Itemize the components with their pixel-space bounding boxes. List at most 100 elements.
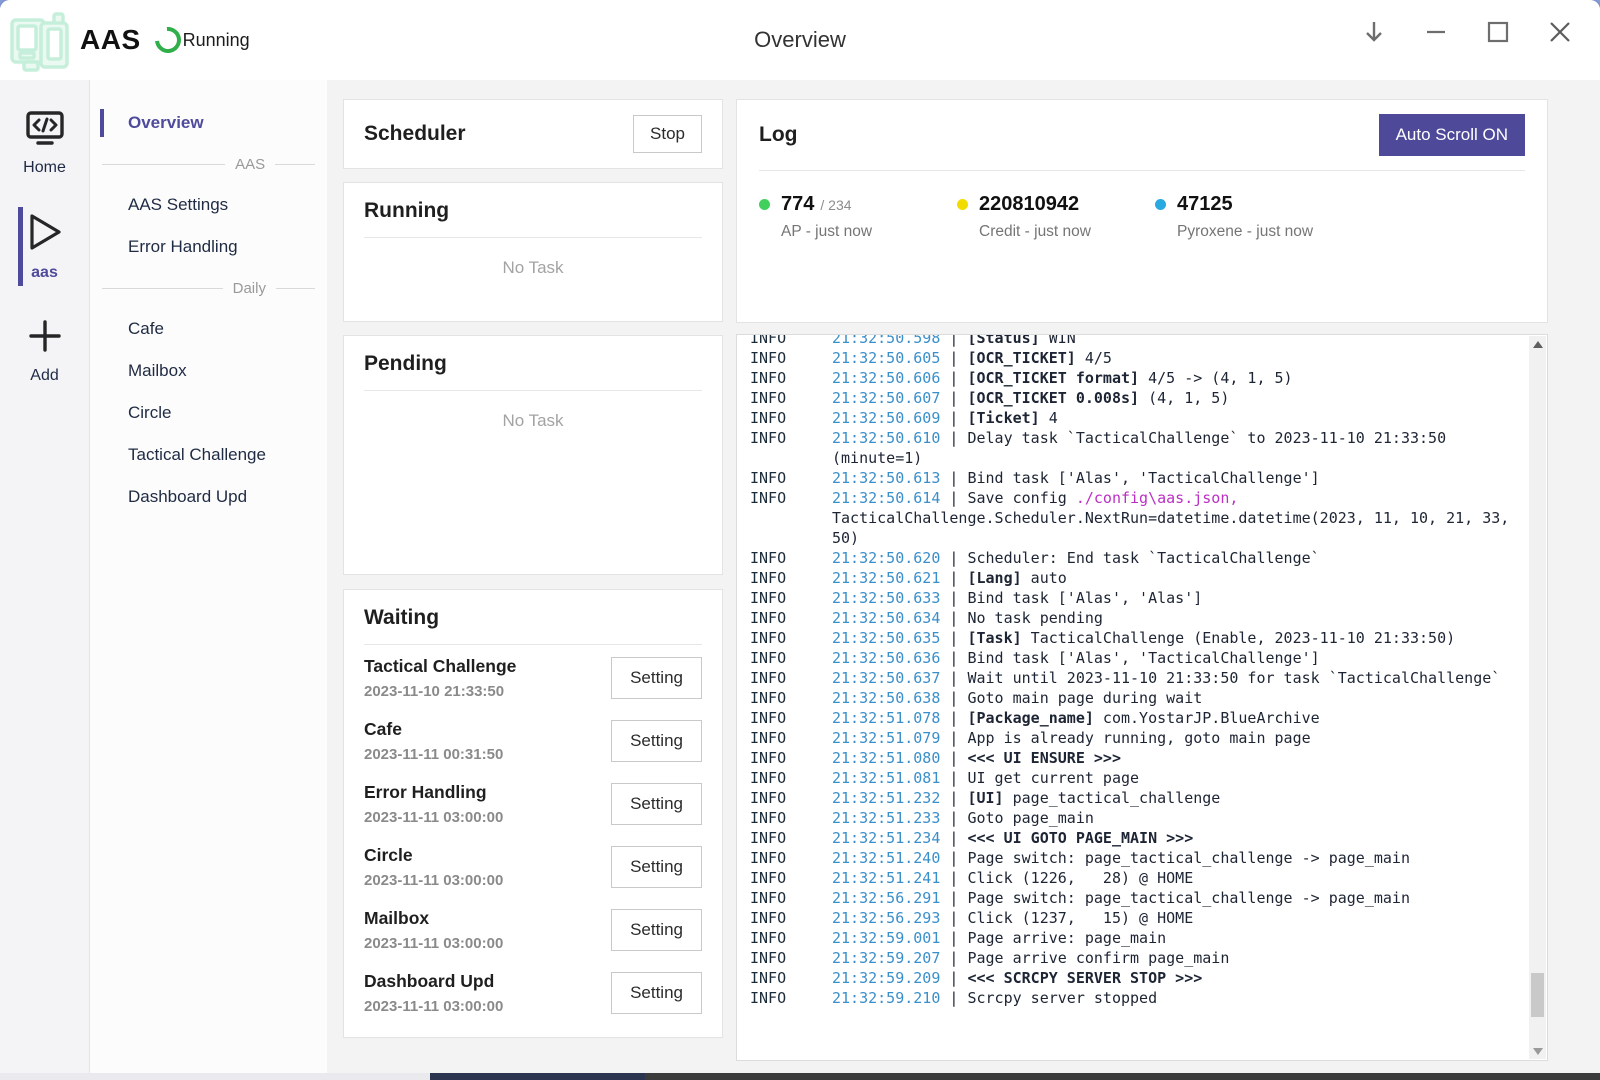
scrollbar-thumb[interactable] xyxy=(1531,973,1544,1017)
close-icon[interactable] xyxy=(1540,12,1580,52)
log-separator: | xyxy=(940,989,967,1007)
log-level: INFO xyxy=(750,948,832,968)
task-setting-button[interactable]: Setting xyxy=(611,783,702,825)
nav-item-tactical-challenge[interactable]: Tactical Challenge xyxy=(90,434,327,476)
nav-item-circle[interactable]: Circle xyxy=(90,392,327,434)
log-level: INFO xyxy=(750,688,832,708)
log-timestamp: 21:32:50.621 xyxy=(832,569,940,587)
stop-button[interactable]: Stop xyxy=(633,115,702,153)
log-timestamp: 21:32:51.233 xyxy=(832,809,940,827)
waiting-task-name: Cafe xyxy=(364,719,503,740)
log-timestamp: 21:32:50.613 xyxy=(832,469,940,487)
log-console[interactable]: INFO21:32:50.598 | [Status] WININFO21:32… xyxy=(736,334,1548,1061)
waiting-task-info: Circle2023-11-11 03:00:00 xyxy=(364,845,503,889)
log-segment: Bind task ['Alas', 'Alas'] xyxy=(967,589,1202,607)
log-line: INFO21:32:50.606 | [OCR_TICKET format] 4… xyxy=(750,368,1517,388)
rail-item-aas[interactable]: aas xyxy=(0,201,89,290)
task-setting-button[interactable]: Setting xyxy=(611,909,702,951)
dashboard-stat: 774/ 234AP - just now xyxy=(759,193,957,241)
log-separator: | xyxy=(940,409,967,427)
taskbar-edge xyxy=(0,1073,1600,1080)
log-segment: Bind task ['Alas', 'TacticalChallenge'] xyxy=(967,649,1319,667)
rail-item-label: Home xyxy=(23,159,66,177)
log-line: INFO21:32:50.613 | Bind task ['Alas', 'T… xyxy=(750,468,1517,488)
nav-item-overview[interactable]: Overview xyxy=(90,102,327,144)
log-segment: No task pending xyxy=(967,609,1102,627)
play-icon xyxy=(25,211,65,258)
log-segment: <<< UI ENSURE >>> xyxy=(967,749,1121,767)
log-timestamp: 21:32:51.080 xyxy=(832,749,940,767)
log-level: INFO xyxy=(750,888,832,908)
log-level: INFO xyxy=(750,708,832,728)
nav-section-label: AAS xyxy=(90,144,327,184)
nav-item-error-handling[interactable]: Error Handling xyxy=(90,226,327,268)
log-message: 21:32:50.610 | Delay task `TacticalChall… xyxy=(832,428,1517,468)
log-line: INFO21:32:51.078 | [Package_name] com.Yo… xyxy=(750,708,1517,728)
log-level: INFO xyxy=(750,428,832,468)
log-timestamp: 21:32:50.635 xyxy=(832,629,940,647)
app-logo-icon xyxy=(8,11,74,73)
log-message: 21:32:56.293 | Click (1237, 15) @ HOME xyxy=(832,908,1517,928)
app-name: AAS xyxy=(80,24,141,56)
log-segment: [OCR_TICKET 0.008s] xyxy=(967,389,1139,407)
log-message: 21:32:51.232 | [UI] page_tactical_challe… xyxy=(832,788,1517,808)
log-timestamp: 21:32:51.079 xyxy=(832,729,940,747)
log-level: INFO xyxy=(750,468,832,488)
task-setting-button[interactable]: Setting xyxy=(611,720,702,762)
waiting-task-row: Tactical Challenge2023-11-10 21:33:50Set… xyxy=(364,647,702,708)
log-level: INFO xyxy=(750,988,832,1008)
nav-item-dashboard-upd[interactable]: Dashboard Upd xyxy=(90,476,327,518)
log-timestamp: 21:32:50.610 xyxy=(832,429,940,447)
log-scrollbar[interactable] xyxy=(1529,336,1546,1059)
task-setting-button[interactable]: Setting xyxy=(611,657,702,699)
log-separator: | xyxy=(940,589,967,607)
nav-item-cafe[interactable]: Cafe xyxy=(90,308,327,350)
rail-item-add[interactable]: Add xyxy=(0,306,89,393)
log-line: INFO21:32:50.638 | Goto main page during… xyxy=(750,688,1517,708)
log-level: INFO xyxy=(750,828,832,848)
rail-item-label: Add xyxy=(30,367,58,385)
log-separator: | xyxy=(940,949,967,967)
log-segment: com.YostarJP.BlueArchive xyxy=(1094,709,1320,727)
log-separator: | xyxy=(940,609,967,627)
waiting-task-row: Dashboard Upd2023-11-11 03:00:00Setting xyxy=(364,962,702,1023)
log-separator: | xyxy=(940,569,967,587)
rail-item-home[interactable]: Home xyxy=(0,100,89,185)
log-separator: | xyxy=(940,729,967,747)
waiting-task-info: Cafe2023-11-11 00:31:50 xyxy=(364,719,503,763)
log-segment: Save config xyxy=(967,489,1075,507)
log-timestamp: 21:32:51.240 xyxy=(832,849,940,867)
maximize-button[interactable] xyxy=(1478,12,1518,52)
update-download-icon[interactable] xyxy=(1354,12,1394,52)
log-line: INFO21:32:56.293 | Click (1237, 15) @ HO… xyxy=(750,908,1517,928)
minimize-button[interactable] xyxy=(1416,12,1456,52)
auto-scroll-toggle[interactable]: Auto Scroll ON xyxy=(1379,114,1525,156)
log-separator: | xyxy=(940,689,967,707)
scroll-up-icon[interactable] xyxy=(1529,336,1546,352)
running-spinner-icon xyxy=(149,22,186,59)
scroll-down-icon[interactable] xyxy=(1529,1043,1546,1059)
stat-dot-icon xyxy=(957,199,968,210)
log-level: INFO xyxy=(750,335,832,348)
log-line: INFO21:32:59.207 | Page arrive confirm p… xyxy=(750,948,1517,968)
waiting-task-next-run: 2023-11-11 03:00:00 xyxy=(364,998,503,1015)
task-setting-button[interactable]: Setting xyxy=(611,972,702,1014)
stat-value-row: 47125 xyxy=(1155,193,1353,216)
code-monitor-icon xyxy=(23,110,67,153)
pending-card: Pending No Task xyxy=(343,335,723,575)
log-separator: | xyxy=(940,549,967,567)
waiting-task-name: Error Handling xyxy=(364,782,503,803)
nav-item-aas-settings[interactable]: AAS Settings xyxy=(90,184,327,226)
log-segment: <<< UI GOTO PAGE_MAIN >>> xyxy=(967,829,1193,847)
log-line: INFO21:32:50.636 | Bind task ['Alas', 'T… xyxy=(750,648,1517,668)
log-separator: | xyxy=(940,789,967,807)
nav-item-mailbox[interactable]: Mailbox xyxy=(90,350,327,392)
app-window: AAS Running Overview xyxy=(0,0,1600,1073)
log-message: 21:32:50.606 | [OCR_TICKET format] 4/5 -… xyxy=(832,368,1517,388)
log-level: INFO xyxy=(750,768,832,788)
log-separator: | xyxy=(940,829,967,847)
stat-value: 774 xyxy=(781,193,814,216)
log-segment: 4/5 -> (4, 1, 5) xyxy=(1139,369,1293,387)
desktop-background: AAS Running Overview xyxy=(0,0,1600,1080)
task-setting-button[interactable]: Setting xyxy=(611,846,702,888)
